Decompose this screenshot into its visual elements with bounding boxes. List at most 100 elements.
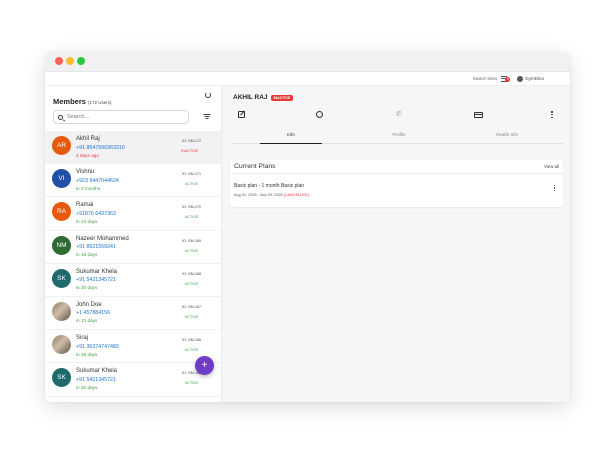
member-phone[interactable]: +91876 6437363 (76, 211, 116, 217)
member-avatar: SK (52, 268, 71, 288)
member-id: ID: GM-166 (182, 338, 201, 343)
more-options-icon[interactable] (551, 111, 553, 119)
plan-row[interactable]: Basic plan - 1 month Basic plan Aug 31, … (230, 174, 563, 207)
member-id: ID: GM-171 (182, 172, 201, 177)
member-avatar (52, 335, 71, 355)
user-avatar-icon[interactable] (517, 75, 524, 82)
member-name: Sukumar Khela (76, 268, 118, 275)
member-id: ID: GM-172 (182, 139, 201, 143)
member-row[interactable]: VI Vishnu +923 9447044624 in 3 months ID: GM… (45, 164, 221, 198)
member-expiry: in 18 days (76, 252, 98, 258)
member-name: Akhil Raj (76, 136, 100, 142)
member-status: ACTIVE (185, 348, 198, 353)
member-phone[interactable]: +1 457884156 (76, 310, 110, 316)
member-phone[interactable]: +91 5421345721 (76, 277, 116, 283)
member-id: ID: GM-169 (182, 238, 201, 243)
members-count: (172 Users) (87, 100, 112, 105)
refresh-icon[interactable] (205, 92, 211, 98)
plan-dates: Aug 31, 2025 - Sep 29, 2025 (CANCELLED) (234, 193, 309, 197)
user-name[interactable]: GymDino (525, 76, 544, 81)
member-phone[interactable]: +91 8647590363310 (76, 145, 125, 151)
profile-name: AKHIL RAJ (233, 94, 268, 101)
member-name: Sukumar Khela (76, 368, 118, 375)
member-status: ACTIVE (185, 182, 198, 187)
members-sidebar: Members(172 Users) AR Akhil Raj +91 864759… (45, 86, 222, 402)
member-id: ID: GM-170 (182, 205, 201, 210)
member-search[interactable] (53, 110, 189, 124)
member-avatar (52, 301, 71, 321)
member-id: ID: GM-167 (182, 304, 201, 309)
whatsapp-icon[interactable] (316, 111, 323, 118)
sites-badge: 0 (505, 76, 511, 82)
view-all-link[interactable]: View all (544, 164, 559, 169)
member-row[interactable]: AR Akhil Raj +91 8647590363310 4 days ago ID… (45, 131, 221, 165)
plan-name: Basic plan - 1 month Basic plan (234, 183, 305, 189)
member-phone[interactable]: +91 5421345721 (76, 377, 116, 383)
switch-sites-link[interactable]: Switch Sites (473, 76, 498, 81)
member-status: ACTIVE (185, 281, 198, 286)
member-phone[interactable]: +923 9447044624 (76, 178, 119, 184)
edit-icon[interactable] (238, 111, 245, 118)
minimize-window-button[interactable] (66, 57, 74, 65)
app-window: Switch Sites 0 GymDino Members (172 Users… (45, 52, 570, 402)
member-name: John Doe (76, 301, 102, 308)
current-plans-card: Current Plans View all Basic plan - 1 mo… (230, 160, 563, 207)
phone-icon[interactable]: ✆ (396, 111, 402, 118)
member-name: Siraj (76, 335, 89, 342)
plans-title: Current Plans (234, 163, 276, 170)
member-expiry: in 3 months (76, 185, 101, 191)
plan-status: (CANCELLED) (283, 193, 309, 197)
status-badge: INACTIVE (270, 94, 294, 101)
member-name: Nazeer Mohammed (76, 235, 129, 242)
filter-icon[interactable] (203, 113, 210, 120)
member-id: ID: GM-168 (182, 271, 201, 276)
search-icon (58, 114, 63, 120)
profile-header: AKHIL RAJ INACTIVE (233, 94, 294, 101)
member-expiry: in 20 days (76, 285, 98, 291)
member-phone[interactable]: +91 36374747483 (76, 344, 119, 350)
member-avatar: NM (52, 235, 71, 255)
member-expiry: 4 days ago (76, 152, 99, 158)
member-status: ACTIVE (185, 215, 198, 220)
close-window-button[interactable] (55, 57, 63, 65)
tab-info[interactable]: Info (256, 132, 326, 137)
member-status: INACTIVE (181, 149, 198, 153)
add-member-button[interactable]: + (195, 356, 214, 375)
action-bar: ✆ (233, 111, 562, 121)
member-status: ACTIVE (185, 248, 198, 253)
member-status: ACTIVE (185, 381, 198, 386)
member-expiry: in 24 days (76, 218, 98, 224)
member-phone[interactable]: +91 8921559241 (76, 244, 116, 250)
member-expiry: in 13 days (76, 318, 98, 324)
members-title: Members (53, 97, 86, 106)
member-name: Vishnu (76, 169, 95, 176)
member-expiry: in 20 days (76, 384, 98, 390)
members-header: Members (172 Users) (53, 91, 213, 106)
member-name: Ramai (76, 202, 94, 209)
plans-header: Current Plans View all (230, 160, 563, 174)
member-avatar: AR (52, 136, 71, 155)
member-row[interactable]: NM Nazeer Mohammed +91 8921559241 in 18 day… (45, 231, 221, 264)
tab-health-info[interactable]: Health Info (472, 132, 542, 137)
member-row[interactable]: Siraj +91 36374747483 in 18 days ID: GM-166… (45, 330, 221, 364)
active-tab-indicator (260, 143, 322, 144)
member-row[interactable]: SK Sukumar Khela +91 5421345721 in 20 days I… (45, 264, 221, 297)
search-input[interactable] (67, 114, 177, 120)
member-expiry: in 18 days (76, 351, 98, 357)
member-avatar: RA (52, 202, 71, 222)
profile-tabs: Info Profile Health Info (233, 129, 563, 144)
payment-card-icon[interactable] (474, 112, 483, 118)
sites-menu-icon[interactable]: 0 (501, 75, 511, 82)
member-row[interactable]: RA Ramai +91876 6437363 in 24 days ID: GM-17… (45, 197, 221, 231)
member-status: ACTIVE (185, 314, 198, 319)
tab-profile[interactable]: Profile (364, 132, 434, 137)
maximize-window-button[interactable] (77, 57, 85, 65)
member-detail: AKHIL RAJ INACTIVE ✆ Info Profile Health… (222, 86, 570, 402)
member-row[interactable]: John Doe +1 457884156 in 13 days ID: GM-167… (45, 297, 221, 331)
member-avatar: SK (52, 368, 71, 388)
member-avatar: VI (52, 169, 71, 189)
plan-more-icon[interactable] (554, 185, 556, 192)
plan-date-range: Aug 31, 2025 - Sep 29, 2025 (234, 193, 283, 197)
window-titlebar (45, 52, 570, 72)
top-bar: Switch Sites 0 GymDino (45, 72, 570, 86)
